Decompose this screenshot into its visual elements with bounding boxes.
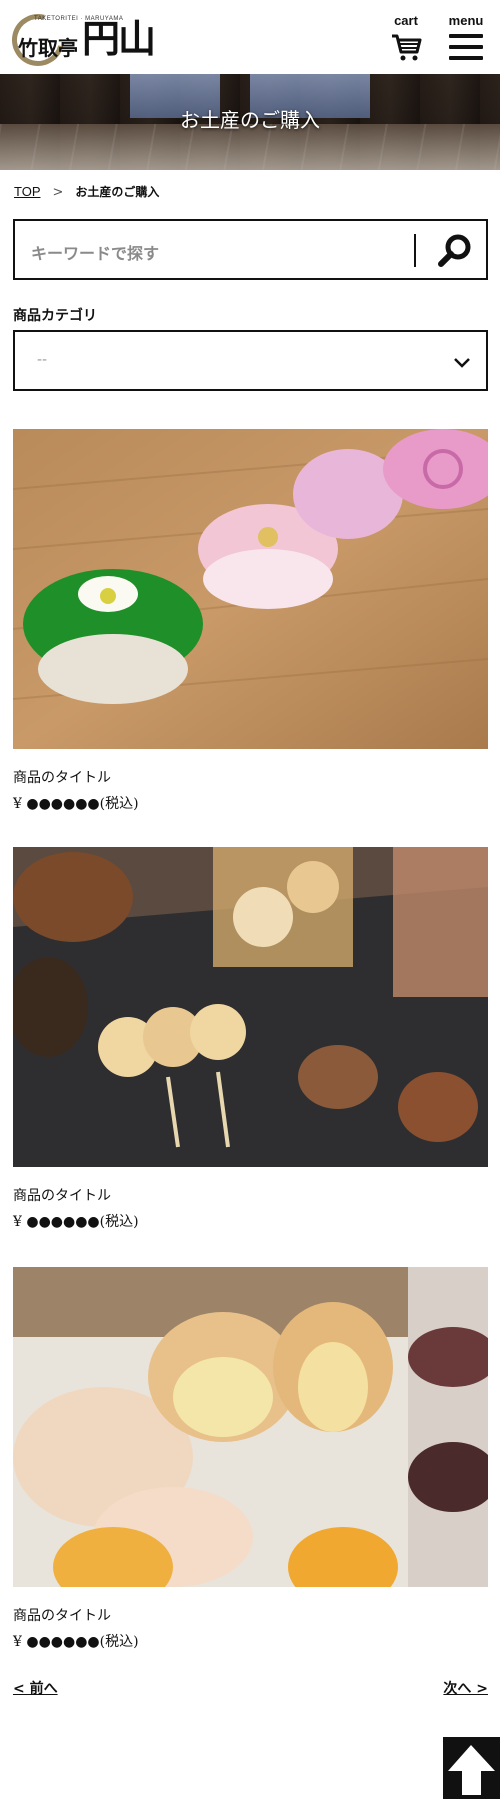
product-price: ¥ ●●●●●●(税込) (13, 1214, 139, 1230)
product-image[interactable] (13, 429, 488, 749)
back-to-top-button[interactable] (443, 1737, 500, 1799)
cart-button[interactable]: cart (386, 14, 426, 64)
search-box: キーワードで探す (13, 219, 488, 280)
chevron-down-icon (454, 358, 470, 368)
page-title: お土産のご購入 (180, 108, 320, 132)
next-page-link[interactable]: 次へ > (443, 1678, 488, 1698)
cart-icon (392, 34, 422, 61)
category-select[interactable]: -- (13, 330, 488, 391)
page-banner: お土産のご購入 (0, 74, 500, 170)
product-image[interactable] (13, 847, 488, 1167)
product-price: ¥ ●●●●●●(税込) (13, 1634, 139, 1650)
site-header: TAKETORITEI · MARUYAMA 竹取亭 円山 cart menu (0, 0, 500, 76)
search-icon[interactable] (435, 231, 475, 271)
logo-name: 竹取亭 (18, 36, 78, 60)
arrow-up-icon (448, 1745, 495, 1795)
menu-label: menu (448, 13, 484, 28)
product-title[interactable]: 商品のタイトル (13, 1185, 111, 1205)
menu-button[interactable]: menu (446, 14, 486, 64)
search-divider (414, 234, 416, 267)
prev-page-link[interactable]: < 前へ (13, 1678, 58, 1698)
cart-label: cart (394, 13, 418, 28)
product-image[interactable] (13, 1267, 488, 1587)
site-logo[interactable]: TAKETORITEI · MARUYAMA 竹取亭 円山 (2, 4, 156, 76)
hamburger-icon (449, 34, 483, 60)
breadcrumb-current: お土産のご購入 (75, 185, 160, 199)
category-selected-value: -- (37, 352, 48, 368)
breadcrumb-separator: > (52, 185, 64, 200)
category-label: 商品カテゴリ (13, 308, 97, 324)
breadcrumb: TOP > お土産のご購入 (14, 183, 159, 200)
product-title[interactable]: 商品のタイトル (13, 767, 111, 787)
product-title[interactable]: 商品のタイトル (13, 1605, 111, 1625)
product-price: ¥ ●●●●●●(税込) (13, 796, 139, 812)
logo-brush-text: 円山 (82, 16, 156, 61)
search-input[interactable]: キーワードで探す (31, 240, 159, 264)
breadcrumb-top-link[interactable]: TOP (14, 184, 41, 199)
